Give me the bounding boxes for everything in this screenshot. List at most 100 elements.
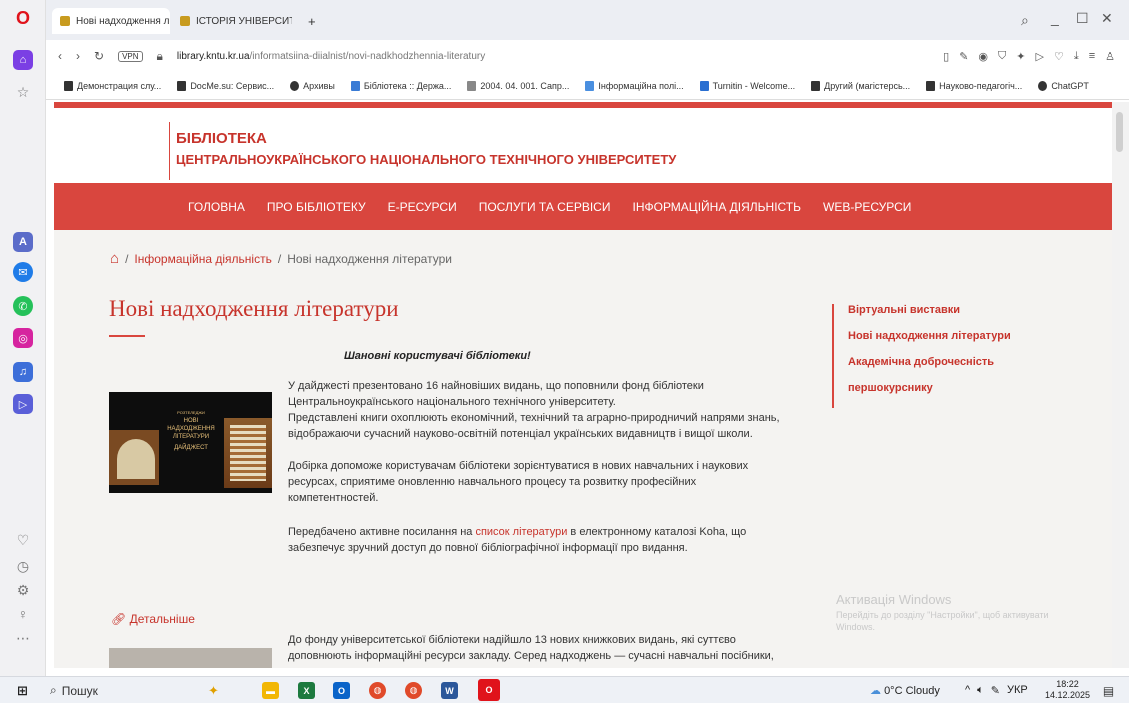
notification-icon[interactable]: ▤ xyxy=(1100,682,1117,699)
side-link-new-literature[interactable]: Нові надходження літератури xyxy=(848,330,1011,342)
whatsapp-icon[interactable]: ✆ xyxy=(13,296,33,316)
taskbar-search[interactable]: ⌕ Пошук xyxy=(50,683,98,698)
back-icon[interactable]: ‹ xyxy=(58,49,62,63)
side-link-virtual-exhibitions[interactable]: Віртуальні виставки xyxy=(848,304,1011,316)
page-scrollbar[interactable] xyxy=(1112,102,1129,668)
reload-icon[interactable]: ↻ xyxy=(94,49,104,63)
more-link[interactable]: 🔗︎ Детальніше xyxy=(111,612,195,626)
camera-icon[interactable]: ◉ xyxy=(978,50,988,63)
bookmark-label: Науково-педагогіч... xyxy=(939,80,1023,91)
bookmark-item[interactable]: Бібліотека :: Держа... xyxy=(350,80,452,91)
url-path: /informatsiina-diialnist/novi-nadkhodzhe… xyxy=(249,50,486,62)
digest-cover-image[interactable]: РОЗТЕЛЕДЖИ НОВІ НАДХОДЖЕННЯ ЛІТЕРАТУРИ Д… xyxy=(109,392,272,493)
sparkle-icon[interactable]: ✦ xyxy=(205,682,222,699)
second-article-image[interactable] xyxy=(109,648,272,668)
reader-icon[interactable]: ▯ xyxy=(943,50,949,63)
history-icon[interactable]: ◷ xyxy=(13,556,33,576)
close-icon[interactable]: ✕ xyxy=(1101,10,1113,27)
browser-sidebar: O ⌂ ☆ A ✉ ✆ ◎ ♫ ▷ ♡ ◷ ⚙ ♀ ⋯ xyxy=(0,0,46,676)
more-icon[interactable]: ⋯ xyxy=(13,628,33,648)
bulb-icon[interactable]: ♀ xyxy=(13,604,33,624)
scrollbar-thumb[interactable] xyxy=(1116,112,1123,152)
breadcrumb-section-link[interactable]: Інформаційна діяльність xyxy=(134,252,271,266)
chrome-icon[interactable]: ◍ xyxy=(369,682,386,699)
taskbar-clock[interactable]: 18:22 14.12.2025 xyxy=(1045,679,1090,701)
instagram-icon[interactable]: ◎ xyxy=(13,328,33,348)
bookmark-item[interactable]: Архивы xyxy=(290,80,335,91)
nav-services[interactable]: ПОСЛУГИ ТА СЕРВІСИ xyxy=(479,200,611,214)
nav-web-resources[interactable]: WEB-РЕСУРСИ xyxy=(823,200,911,214)
link-icon: 🔗︎ xyxy=(111,612,130,626)
cover-caption: РОЗТЕЛЕДЖИ НОВІ НАДХОДЖЕННЯ ЛІТЕРАТУРИ Д… xyxy=(159,409,223,452)
messenger-icon[interactable]: ✉ xyxy=(13,262,33,282)
word-icon[interactable]: W xyxy=(441,682,458,699)
file-explorer-icon[interactable]: ▬ xyxy=(262,682,279,699)
play-icon[interactable]: ▷ xyxy=(1035,50,1043,63)
settings-icon[interactable]: ⚙ xyxy=(13,580,33,600)
maximize-icon[interactable]: ☐ xyxy=(1076,10,1089,27)
tab-university-history[interactable]: ІСТОРІЯ УНІВЕРСИТЕТУ xyxy=(172,8,292,34)
star-icon[interactable]: ☆ xyxy=(13,82,33,102)
tab-new-literature[interactable]: Нові надходження літер... xyxy=(52,8,170,34)
profile-icon[interactable]: ♙ xyxy=(1105,50,1115,63)
chevron-up-icon[interactable]: ^ xyxy=(965,684,970,697)
extensions-icon[interactable]: ✦ xyxy=(1016,50,1025,63)
music-icon[interactable]: ♫ xyxy=(13,362,33,382)
outlook-icon[interactable]: O xyxy=(333,682,350,699)
heart-icon[interactable]: ♡ xyxy=(13,530,33,550)
bookmark-item[interactable]: Демонстрация слу... xyxy=(64,80,161,91)
file-icon xyxy=(177,80,187,91)
windows-start-icon[interactable]: ⊞ xyxy=(14,682,31,699)
menu-icon[interactable]: ≡ xyxy=(1089,50,1095,63)
nav-home[interactable]: ГОЛОВНА xyxy=(188,200,245,214)
site-subtitle[interactable]: ЦЕНТРАЛЬНОУКРАЇНСЬКОГО НАЦІОНАЛЬНОГО ТЕХ… xyxy=(176,152,676,167)
aria-icon[interactable]: A xyxy=(13,232,33,252)
new-tab-button[interactable]: + xyxy=(300,8,324,34)
site-title[interactable]: БІБЛІОТЕКА xyxy=(176,130,267,147)
download-icon[interactable]: ⤓ xyxy=(1074,50,1079,63)
library-icon xyxy=(350,80,360,91)
bookmark-item[interactable]: Другий (магістерсь... xyxy=(811,80,910,91)
bookmark-label: Бібліотека :: Держа... xyxy=(363,80,452,91)
home-icon[interactable]: ⌂ xyxy=(13,50,33,70)
excel-icon[interactable]: X xyxy=(298,682,315,699)
vpn-badge[interactable]: VPN xyxy=(118,50,143,62)
breadcrumb-separator: / xyxy=(277,251,282,266)
library-favicon-icon xyxy=(60,16,70,26)
breadcrumb-separator: / xyxy=(125,251,129,266)
cover-line: ДАЙДЖЕСТ xyxy=(174,445,208,451)
weather-widget[interactable]: ☁ 0°C Cloudy xyxy=(870,684,940,697)
open-book xyxy=(117,439,155,479)
bookmark-item[interactable]: ChatGPT xyxy=(1038,80,1089,91)
cover-line: ЛІТЕРАТУРИ xyxy=(172,434,210,440)
bookmark-item[interactable]: DocMe.su: Сервис... xyxy=(177,80,274,91)
forward-icon[interactable]: › xyxy=(76,49,80,63)
opera-logo-icon[interactable]: O xyxy=(13,8,33,28)
bookmark-item[interactable]: Інформаційна полі... xyxy=(585,80,684,91)
url-field[interactable]: library.kntu.kr.ua/informatsiina-diialni… xyxy=(177,51,485,62)
language-indicator[interactable]: УКР xyxy=(1007,684,1028,697)
bookmark-item[interactable]: Turnitin - Welcome... xyxy=(699,80,795,91)
header-divider xyxy=(169,122,170,180)
nav-about[interactable]: ПРО БІБЛІОТЕКУ xyxy=(267,200,366,214)
nav-info-activity[interactable]: ІНФОРМАЦІЙНА ДІЯЛЬНІСТЬ xyxy=(632,200,801,214)
bookmark-item[interactable]: Науково-педагогіч... xyxy=(926,80,1023,91)
home-icon[interactable]: ⌂ xyxy=(110,250,119,267)
nav-e-resources[interactable]: Е-РЕСУРСИ xyxy=(388,200,457,214)
heart-outline-icon[interactable]: ♡ xyxy=(1054,50,1064,63)
opera-taskbar-icon[interactable]: O xyxy=(478,679,500,701)
side-link-academic-integrity[interactable]: Академічна доброчесність xyxy=(848,356,1011,368)
pen-icon[interactable]: ✎ xyxy=(991,684,1000,697)
side-link-first-year[interactable]: першокурснику xyxy=(848,382,1011,394)
volume-icon[interactable]: 🔈︎ xyxy=(977,684,984,697)
chrome-profile-icon[interactable]: ◍ xyxy=(405,682,422,699)
literature-list-link[interactable]: список літератури xyxy=(475,526,567,538)
edit-icon[interactable]: ✎ xyxy=(959,50,968,63)
tab-search-icon[interactable]: ⌕ xyxy=(1021,12,1029,29)
player-icon[interactable]: ▷ xyxy=(13,394,33,414)
bookmark-item[interactable]: 2004. 04. 001. Сапр... xyxy=(467,80,569,91)
more-label: Детальніше xyxy=(129,612,195,626)
minimize-icon[interactable]: _ xyxy=(1051,10,1059,26)
bookmarks-bar: Демонстрация слу... DocMe.su: Сервис... … xyxy=(46,72,1129,100)
shield-icon[interactable]: ⛉ xyxy=(998,50,1006,63)
